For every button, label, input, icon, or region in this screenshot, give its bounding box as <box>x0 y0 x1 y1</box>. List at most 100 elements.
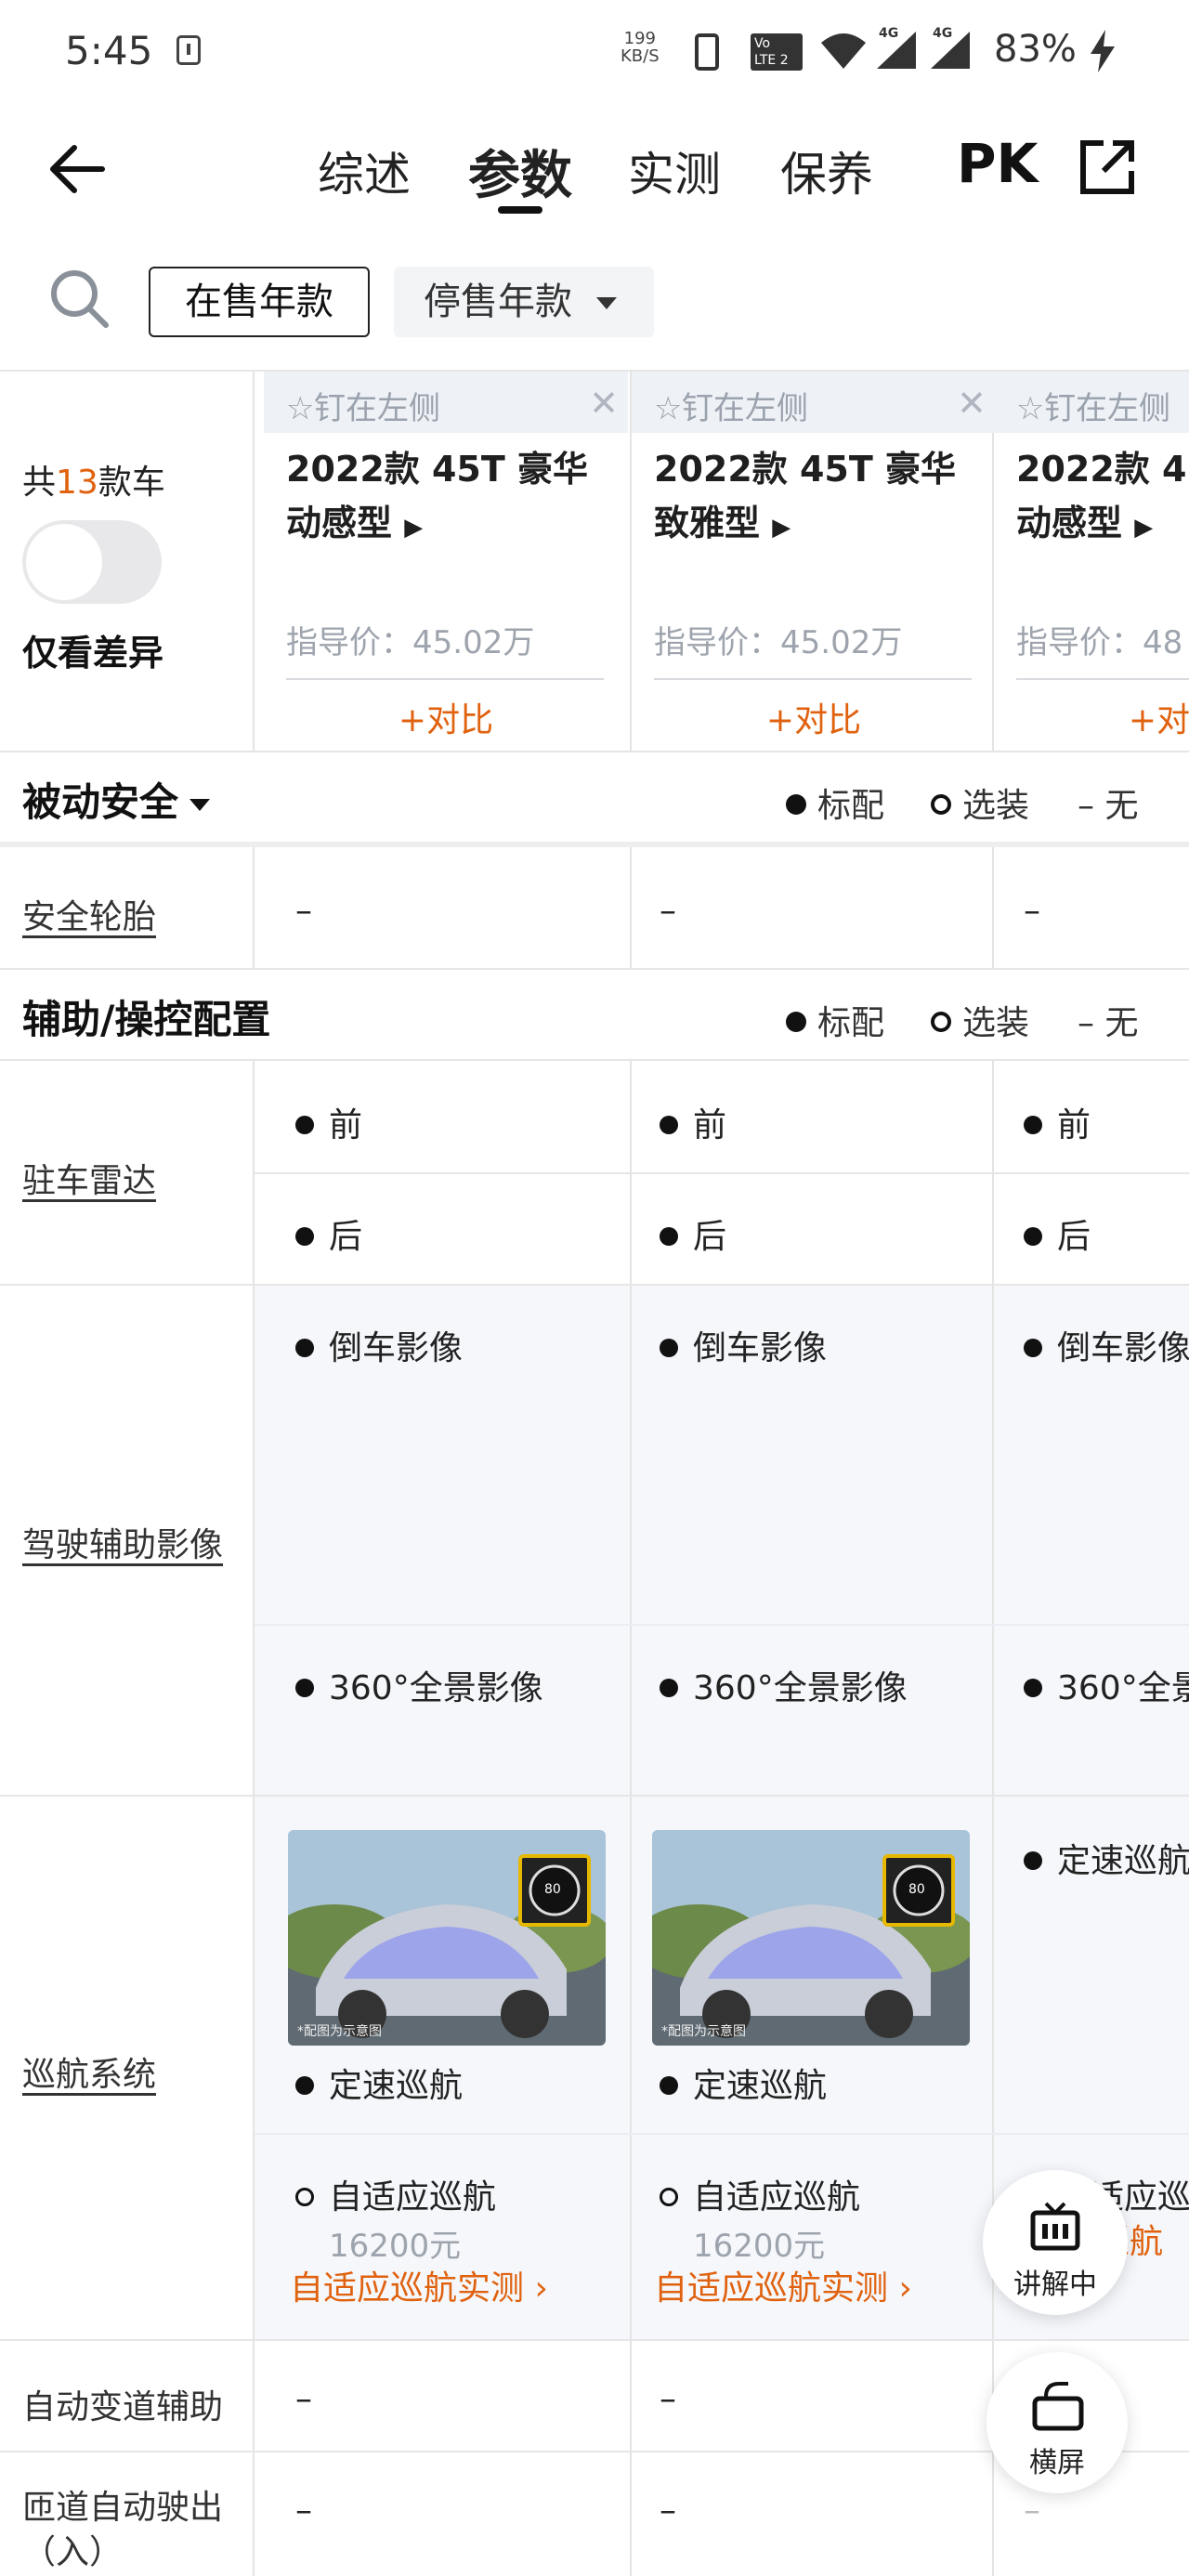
row-label-camera[interactable]: 驾驶辅助影像 <box>22 1518 223 1566</box>
cell-value: 前 <box>660 1098 726 1146</box>
diff-only-toggle[interactable] <box>22 520 162 604</box>
status-bar: 5:45 199 KB/S Vo LTE 2 4G 4G 83% <box>0 0 1189 104</box>
tab-measured[interactable]: 实测 <box>628 137 721 204</box>
car-column-3: ☆钉在左侧 2022款 45T 豪华动感型 ▶ 指导价：48 +对比 <box>994 372 1189 751</box>
pin-icon: ☆ <box>1016 390 1045 427</box>
cruise-demo-image <box>288 1830 606 2046</box>
car-name[interactable]: 2022款 45T 豪华动感型 ▶ <box>1016 442 1189 555</box>
legend-none-symbol: – <box>1078 787 1094 825</box>
share-icon[interactable] <box>1078 137 1137 197</box>
signal-icon: 4G <box>875 26 918 74</box>
legend-optional: 选装 <box>931 778 1029 827</box>
cell-value: 360°全景影像 <box>1024 1661 1189 1709</box>
cell-text: 后 <box>693 1218 727 1256</box>
cell-text: 360°全景影像 <box>693 1669 908 1707</box>
filled-dot-icon <box>660 1116 678 1134</box>
filled-dot-icon <box>1024 1116 1042 1134</box>
explaining-button[interactable]: 讲解中 <box>983 2170 1128 2315</box>
option-price: 16200元 <box>329 2228 462 2265</box>
pk-button[interactable]: PK <box>957 132 1038 195</box>
cell-value: 360°全景影像 <box>295 1661 543 1709</box>
on-sale-filter[interactable]: 在售年款 <box>149 267 370 337</box>
filled-dot-icon <box>660 1227 678 1246</box>
cell-value: – <box>660 2380 676 2418</box>
legend-none-label: 无 <box>1104 1004 1139 1042</box>
legend-standard: 标配 <box>786 996 884 1044</box>
pin-left-bar[interactable]: ☆钉在左侧 ✕ <box>632 372 996 433</box>
cell-value: 360°全景影像 <box>660 1661 908 1709</box>
filled-dot-icon <box>660 2076 678 2095</box>
hollow-dot-icon <box>931 794 951 815</box>
pin-label: 钉在左侧 <box>314 390 440 427</box>
close-icon[interactable]: ✕ <box>957 383 986 424</box>
adaptive-cruise-test-link[interactable]: 自适应巡航实测 › <box>654 2261 912 2309</box>
cell-text: 360°全景影像 <box>1057 1669 1189 1707</box>
toggle-knob <box>26 524 102 600</box>
car-price: 指导价：48 <box>1016 624 1183 661</box>
search-icon[interactable] <box>48 268 110 329</box>
filled-dot-icon <box>295 1227 314 1246</box>
cruise-demo-thumbnail[interactable]: 80 *配图为示意图 <box>288 1830 606 2046</box>
car-name[interactable]: 2022款 45T 豪华致雅型 ▶ <box>654 442 988 555</box>
car-price: 指导价：45.02万 <box>654 624 903 661</box>
car-name-text: 2022款 45T 豪华致雅型 <box>654 449 957 543</box>
filled-dot-icon <box>1024 1679 1042 1697</box>
add-compare-button[interactable]: +对比 <box>994 693 1189 741</box>
landscape-label: 横屏 <box>1029 2447 1085 2479</box>
count-prefix: 共 <box>22 464 57 502</box>
car-name[interactable]: 2022款 45T 豪华动感型 ▶ <box>286 442 621 555</box>
legend-standard-label: 标配 <box>817 1004 885 1042</box>
tab-params[interactable]: 参数 <box>468 134 572 209</box>
pin-icon: ☆ <box>654 390 683 427</box>
cell-value: – <box>295 2380 312 2418</box>
cruise-demo-thumbnail[interactable]: 80 *配图为示意图 <box>652 1830 970 2046</box>
pin-left-button[interactable]: ☆钉在左侧 <box>286 383 440 428</box>
row-label-safety-tire[interactable]: 安全轮胎 <box>22 890 156 938</box>
back-arrow-icon[interactable] <box>46 137 111 202</box>
option-price: 16200元 <box>693 2228 826 2265</box>
legend-optional-label: 选装 <box>962 787 1030 825</box>
divider <box>0 2339 1189 2341</box>
section-header-passive-safety[interactable]: 被动安全 标配 选装 – 无 <box>0 752 1189 842</box>
filled-dot-icon <box>295 2076 314 2095</box>
thumbnail-caption: *配图为示意图 <box>297 2024 382 2039</box>
cell-value: 前 <box>295 1098 362 1146</box>
cell-value: 后 <box>295 1210 362 1258</box>
cell-text: 前 <box>693 1106 727 1144</box>
cell-text: 前 <box>1057 1106 1091 1144</box>
adaptive-cruise-test-link[interactable]: 自适应巡航实测 › <box>290 2261 548 2309</box>
battery-percent: 83% <box>994 28 1077 71</box>
landscape-button[interactable]: 横屏 <box>986 2352 1128 2493</box>
volte-icon: Vo LTE 2 <box>751 33 803 71</box>
pin-left-button[interactable]: ☆钉在左侧 <box>654 383 808 428</box>
close-icon[interactable]: ✕ <box>589 383 619 424</box>
cell-value: – <box>660 892 676 930</box>
row-label-cruise[interactable]: 巡航系统 <box>22 2047 156 2096</box>
discontinued-filter[interactable]: 停售年款 <box>394 267 654 337</box>
divider <box>0 842 1189 847</box>
divider <box>654 678 972 680</box>
pin-left-button[interactable]: ☆钉在左侧 <box>1016 383 1170 428</box>
pin-left-bar[interactable]: ☆钉在左侧 ✕ <box>264 372 628 433</box>
add-compare-button[interactable]: +对比 <box>264 693 628 741</box>
tab-maintenance[interactable]: 保养 <box>780 137 873 204</box>
download-notification-icon <box>176 35 201 65</box>
add-compare-button[interactable]: +对比 <box>632 693 996 741</box>
row-label-parking-radar[interactable]: 驻车雷达 <box>22 1154 156 1202</box>
tab-overview[interactable]: 综述 <box>318 137 411 204</box>
cell-value: 后 <box>1024 1210 1091 1258</box>
section-title: 辅助/操控配置 <box>22 997 271 1042</box>
pin-label: 钉在左侧 <box>1044 390 1170 427</box>
explaining-label: 讲解中 <box>1013 2269 1097 2301</box>
chevron-down-icon <box>596 297 617 309</box>
filled-dot-icon <box>295 1339 314 1357</box>
cell-text: 倒车影像 <box>1057 1329 1189 1367</box>
pin-left-bar[interactable]: ☆钉在左侧 <box>994 372 1189 433</box>
play-triangle-icon: ▶ <box>772 514 791 542</box>
car-column-2: ☆钉在左侧 ✕ 2022款 45T 豪华致雅型 ▶ 指导价：45.02万 +对比 <box>632 372 996 751</box>
filled-dot-icon <box>1024 1339 1042 1357</box>
divider <box>255 1172 1189 1174</box>
volte-line2: LTE 2 <box>754 53 789 68</box>
cell-value: – <box>295 892 312 930</box>
filled-dot-icon <box>660 1679 678 1697</box>
